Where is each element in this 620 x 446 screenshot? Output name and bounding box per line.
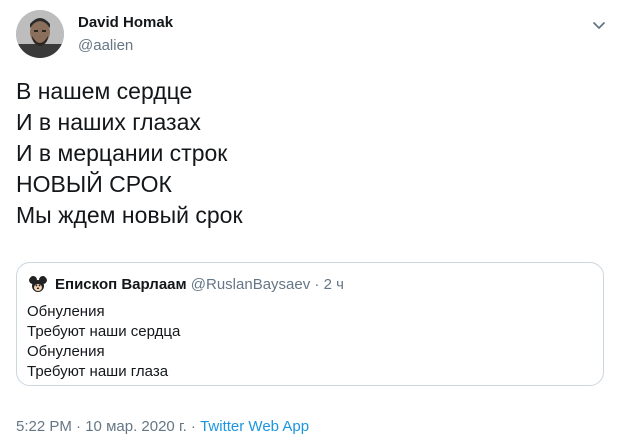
tweet-date[interactable]: 10 мар. 2020 г.	[85, 418, 187, 435]
quoted-author-avatar	[28, 274, 48, 294]
separator-dot: ·	[310, 276, 324, 293]
tweet-text-line: В нашем сердце	[16, 78, 193, 104]
quoted-text-line: Обнуления	[27, 303, 105, 320]
quoted-author-name: Епископ Варлаам	[55, 276, 187, 293]
tweet-text-line: И в наших глазах	[16, 109, 201, 135]
quoted-text-line: Требуют наши сердца	[27, 323, 181, 340]
tweet-text-line: И в мерцании строк	[16, 140, 228, 166]
tweet-text-line: Мы ждем новый срок	[16, 202, 243, 228]
separator-dot: ·	[186, 418, 201, 435]
quoted-time: 2 ч	[323, 276, 344, 293]
tweet-text: В нашем сердце И в наших глазах И в мерц…	[16, 76, 243, 231]
separator-dot: ·	[71, 418, 86, 435]
author-handle[interactable]: @aalien	[78, 37, 133, 54]
quoted-author-handle: @RuslanBaysaev	[190, 276, 311, 293]
tweet-time[interactable]: 5:22 PM	[16, 418, 72, 435]
quoted-tweet[interactable]: Епископ Варлаам @RuslanBaysaev · 2 ч Обн…	[16, 262, 604, 386]
quoted-text-line: Обнуления	[27, 343, 105, 360]
chevron-down-icon[interactable]	[590, 16, 608, 34]
author-name[interactable]: David Homak	[78, 14, 173, 31]
source-app-link[interactable]: Twitter Web App	[200, 418, 309, 435]
quoted-text-line: Требуют наши глаза	[27, 363, 169, 380]
tweet: David Homak @aalien В нашем сердце И в н…	[0, 0, 620, 446]
quoted-header: Епископ Варлаам @RuslanBaysaev · 2 ч	[55, 276, 344, 293]
author-avatar[interactable]	[16, 10, 64, 58]
tweet-text-line: НОВЫЙ СРОК	[16, 171, 172, 197]
quoted-text: Обнуления Требуют наши сердца Обнуления …	[27, 302, 180, 382]
tweet-footer: 5:22 PM · 10 мар. 2020 г. · Twitter Web …	[16, 418, 309, 435]
